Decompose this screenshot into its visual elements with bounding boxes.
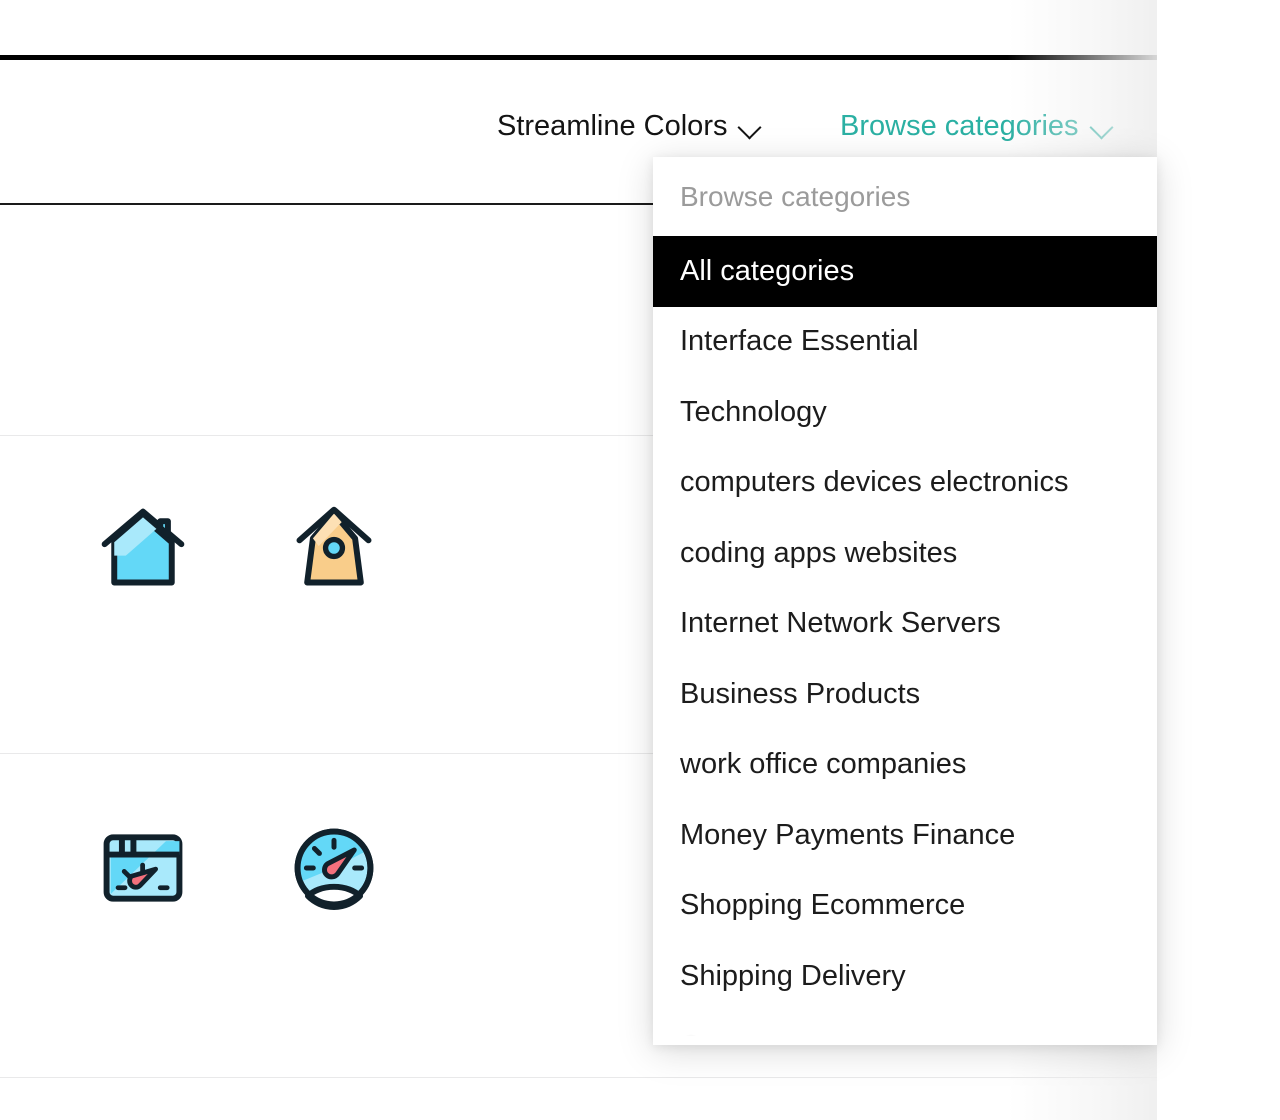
dropdown-item-shipping-delivery[interactable]: Shipping Delivery (653, 941, 1157, 1012)
dropdown-item-internet-network-servers[interactable]: Internet Network Servers (653, 589, 1157, 660)
browser-dashboard-icon (97, 822, 189, 914)
gauge-speedometer-icon (288, 822, 380, 914)
dropdown-item-technology[interactable]: Technology (653, 377, 1157, 448)
dropdown-item-all-categories[interactable]: All categories (653, 236, 1157, 307)
browse-categories-dropdown-trigger[interactable]: Browse categories (840, 112, 1113, 141)
streamline-colors-label: Streamline Colors (497, 110, 728, 142)
dropdown-item-shopping-ecommerce[interactable]: Shopping Ecommerce (653, 871, 1157, 942)
dropdown-item-content[interactable]: Content (653, 1012, 1157, 1045)
house-icon (97, 502, 189, 594)
chevron-down-icon (739, 117, 761, 139)
dropdown-item-business-products[interactable]: Business Products (653, 659, 1157, 730)
dropdown-item-interface-essential[interactable]: Interface Essential (653, 307, 1157, 378)
app-root: Streamline Colors Browse categories Brow… (0, 0, 1280, 1120)
top-divider (0, 55, 1157, 60)
icon-tile-birdhouse[interactable] (274, 488, 394, 608)
dropdown-item-work-office-companies[interactable]: work office companies (653, 730, 1157, 801)
browse-categories-dropdown: Browse categories All categories Interfa… (653, 157, 1157, 1045)
dropdown-item-coding-apps-websites[interactable]: coding apps websites (653, 518, 1157, 589)
grid-row-divider (0, 1077, 1157, 1078)
dropdown-placeholder: Browse categories (680, 180, 911, 212)
icon-tile-gauge[interactable] (274, 808, 394, 928)
icon-tile-house[interactable] (83, 488, 203, 608)
dropdown-item-computers-devices-electronics[interactable]: computers devices electronics (653, 448, 1157, 519)
birdhouse-icon (288, 502, 380, 594)
outer-background (1157, 0, 1280, 1120)
browse-categories-label: Browse categories (840, 110, 1079, 142)
icon-tile-browser-dashboard[interactable] (83, 808, 203, 928)
streamline-colors-dropdown-trigger[interactable]: Streamline Colors (497, 112, 761, 141)
chevron-down-icon (1091, 117, 1113, 139)
dropdown-item-money-payments-finance[interactable]: Money Payments Finance (653, 800, 1157, 871)
toolbar: Streamline Colors Browse categories (0, 100, 1157, 156)
